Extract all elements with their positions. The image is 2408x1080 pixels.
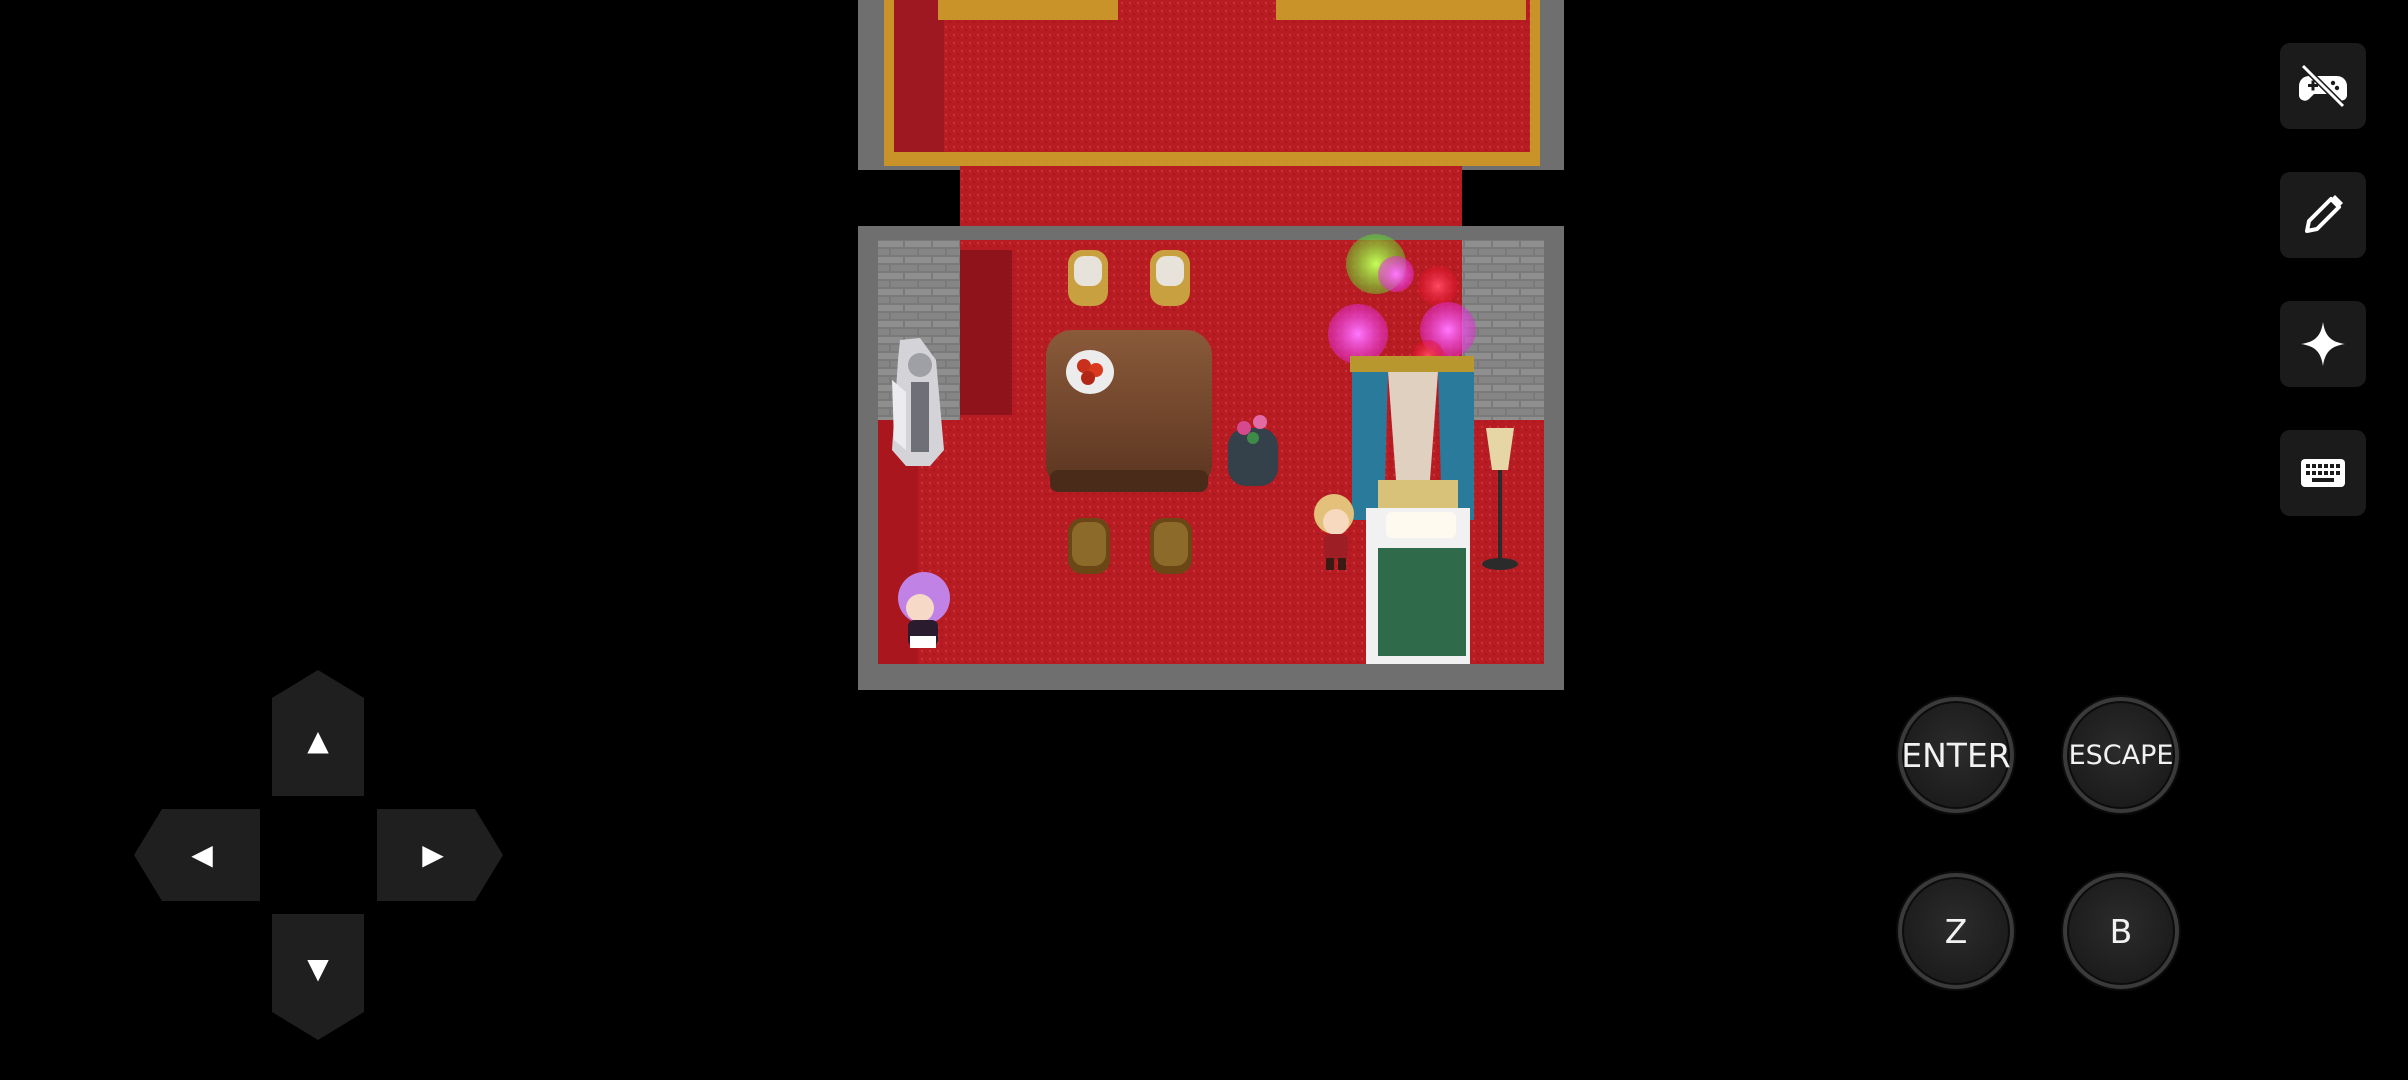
keyboard-icon (2301, 459, 2345, 487)
b-button[interactable]: B (2063, 873, 2179, 989)
z-label: Z (1944, 911, 1968, 951)
arrow-right-icon: ▶ (422, 838, 444, 871)
gamepad-off-icon (2299, 63, 2347, 109)
enter-label: ENTER (1901, 735, 2011, 775)
sparkle-icon (2301, 322, 2345, 366)
wall-segments (858, 166, 1564, 236)
dpad-down-button[interactable]: ▼ (272, 914, 364, 1040)
enter-button[interactable]: ENTER (1898, 697, 2014, 813)
dpad-left-button[interactable]: ◀ (134, 809, 260, 901)
escape-button[interactable]: ESCAPE (2063, 697, 2179, 813)
dining-table (1046, 330, 1212, 492)
dpad-right-button[interactable]: ▶ (377, 809, 503, 901)
toggle-gamepad-button[interactable] (2280, 43, 2366, 129)
pencil-icon (2305, 195, 2343, 233)
edit-button[interactable] (2280, 172, 2366, 258)
b-label: B (2109, 911, 2133, 951)
dpad-up-button[interactable]: ▲ (272, 670, 364, 796)
arrow-up-icon: ▲ (307, 724, 329, 757)
arrow-down-icon: ▼ (307, 952, 329, 985)
canopy-bed (1350, 356, 1474, 664)
keyboard-button[interactable] (2280, 430, 2366, 516)
game-viewport (858, 0, 1564, 690)
game-screen: ENTER ESCAPE Z B ▲ ▼ ◀ ▶ (0, 0, 2408, 1080)
z-button[interactable]: Z (1898, 873, 2014, 989)
arrow-left-icon: ◀ (191, 838, 213, 871)
upper-room (858, 0, 1564, 170)
sparkle-button[interactable] (2280, 301, 2366, 387)
escape-label: ESCAPE (2068, 739, 2174, 771)
